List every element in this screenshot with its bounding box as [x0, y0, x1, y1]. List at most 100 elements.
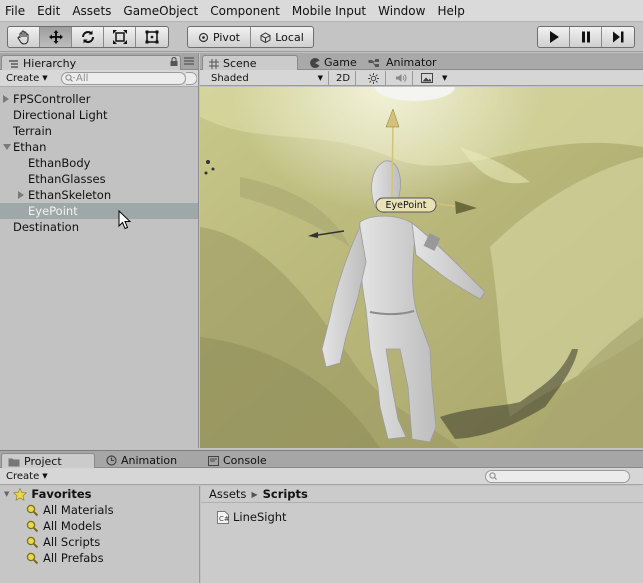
menu-help[interactable]: Help — [432, 0, 471, 22]
menu-file[interactable]: File — [0, 0, 32, 22]
speaker-icon — [395, 74, 406, 82]
panel-menu-icon[interactable] — [183, 56, 195, 66]
tab-animation[interactable]: Animation — [100, 453, 183, 468]
menu-gameobject[interactable]: GameObject — [118, 0, 205, 22]
hierarchy-panel: Hierarchy Create ▼ All FPSController Dire… — [0, 53, 199, 448]
breadcrumb-scripts[interactable]: Scripts — [263, 487, 308, 501]
favorites-header[interactable]: ▼ Favorites — [0, 486, 199, 502]
play-icon — [549, 31, 559, 43]
tab-scene[interactable]: Scene — [202, 55, 298, 71]
hierarchy-item-label: EthanGlasses — [28, 172, 106, 186]
toggle-2d-button[interactable]: 2D — [331, 71, 356, 85]
tab-console[interactable]: Console — [202, 453, 273, 468]
tab-project[interactable]: Project — [1, 453, 95, 469]
hierarchy-item[interactable]: EthanGlasses — [0, 171, 198, 187]
project-create-dropdown[interactable]: Create ▼ — [0, 471, 54, 482]
pivot-button[interactable]: Pivot — [188, 27, 251, 47]
hierarchy-item[interactable]: Terrain — [0, 123, 198, 139]
console-icon — [208, 455, 219, 466]
move-tool-button[interactable] — [40, 27, 72, 47]
pacman-icon — [310, 57, 320, 68]
search-icon — [489, 471, 497, 480]
pause-button[interactable] — [570, 27, 603, 47]
lock-icon[interactable] — [169, 56, 179, 67]
hierarchy-item-label: EthanSkeleton — [28, 188, 112, 202]
csharp-script-icon: C# — [217, 510, 229, 524]
project-search-input[interactable] — [485, 469, 630, 483]
hierarchy-item-label: Destination — [13, 220, 79, 234]
animation-tab-label: Animation — [121, 454, 178, 467]
search-cancel-icon[interactable] — [186, 72, 197, 85]
chevron-down-icon: ▼ — [4, 490, 10, 498]
menu-window[interactable]: Window — [373, 0, 432, 22]
rotate-tool-button[interactable] — [72, 27, 104, 47]
hierarchy-item[interactable]: EyePoint — [0, 203, 198, 219]
hierarchy-item[interactable]: Directional Light — [0, 107, 198, 123]
step-button[interactable] — [602, 27, 634, 47]
bottom-tabstrip: Project Animation Console — [0, 451, 643, 469]
breadcrumb-assets[interactable]: Assets — [209, 487, 246, 501]
chevron-down-icon[interactable] — [3, 144, 11, 150]
move-icon — [48, 30, 63, 44]
hierarchy-item-label: EthanBody — [28, 156, 91, 170]
menu-mobile-input[interactable]: Mobile Input — [287, 0, 373, 22]
hierarchy-item[interactable]: EthanSkeleton — [0, 187, 198, 203]
rotate-icon — [81, 30, 94, 44]
favorite-item-label: All Materials — [43, 503, 114, 517]
chevron-right-icon[interactable] — [3, 95, 9, 103]
favorite-item[interactable]: All Models — [0, 518, 199, 534]
scene-viewport[interactable]: EyePoint — [200, 87, 643, 448]
hand-tool-button[interactable] — [8, 27, 40, 47]
play-button[interactable] — [538, 27, 571, 47]
asset-item-linesight[interactable]: C# LineSight — [217, 510, 287, 524]
project-subbar: Create ▼ — [0, 468, 643, 485]
menu-component[interactable]: Component — [205, 0, 287, 22]
shading-mode-dropdown[interactable]: Shaded ▼ — [200, 71, 329, 85]
hierarchy-tree: FPSController Directional Light Terrain Eth… — [0, 87, 198, 235]
scene-effects-dropdown[interactable]: ▼ — [416, 71, 452, 85]
scene-panel: Scene Game Animator Shaded ▼ 2D ▼ EyePoi… — [200, 53, 643, 448]
image-icon — [420, 73, 433, 83]
svg-text:C#: C# — [219, 515, 229, 523]
local-button[interactable]: Local — [251, 27, 313, 47]
favorite-item[interactable]: All Scripts — [0, 534, 199, 550]
step-icon — [613, 31, 624, 43]
chevron-right-icon[interactable] — [18, 191, 24, 199]
tab-game[interactable]: Game — [304, 55, 363, 70]
hierarchy-item[interactable]: Ethan — [0, 139, 198, 155]
cube-icon — [260, 31, 271, 43]
pivot-icon — [198, 32, 209, 42]
tab-hierarchy[interactable]: Hierarchy — [1, 55, 181, 71]
search-icon — [26, 520, 39, 532]
tab-animator[interactable]: Animator — [362, 55, 443, 70]
menu-edit[interactable]: Edit — [32, 0, 67, 22]
favorite-item[interactable]: All Prefabs — [0, 550, 199, 566]
pivot-label: Pivot — [212, 30, 240, 44]
playback-controls — [537, 26, 635, 48]
hierarchy-item-label: Terrain — [13, 124, 52, 138]
console-tab-label: Console — [223, 454, 267, 467]
search-icon — [26, 536, 39, 548]
asset-item-label: LineSight — [233, 510, 287, 524]
favorite-item-label: All Models — [43, 519, 102, 533]
hierarchy-item[interactable]: Destination — [0, 219, 198, 235]
scale-tool-button[interactable] — [104, 27, 136, 47]
breadcrumb-separator-icon: ▶ — [251, 489, 258, 499]
star-icon — [13, 487, 28, 501]
hand-icon — [16, 30, 28, 45]
rect-tool-button[interactable] — [136, 27, 168, 47]
favorite-item-label: All Prefabs — [43, 551, 104, 565]
hierarchy-item[interactable]: FPSController — [0, 91, 198, 107]
scene-audio-toggle[interactable] — [389, 71, 413, 85]
favorite-item[interactable]: All Materials — [0, 502, 199, 518]
dropdown-arrow-icon: ▼ — [441, 74, 448, 82]
scene-lighting-toggle[interactable] — [362, 71, 386, 85]
menu-assets[interactable]: Assets — [67, 0, 118, 22]
hierarchy-create-dropdown[interactable]: Create ▼ — [0, 73, 54, 84]
project-tab-label: Project — [24, 455, 62, 468]
favorite-item-label: All Scripts — [43, 535, 101, 549]
hierarchy-item[interactable]: EthanBody — [0, 155, 198, 171]
hierarchy-search-input[interactable]: All — [61, 71, 186, 85]
animator-icon — [368, 58, 379, 67]
scene-toolbar: Shaded ▼ 2D ▼ — [200, 70, 643, 86]
